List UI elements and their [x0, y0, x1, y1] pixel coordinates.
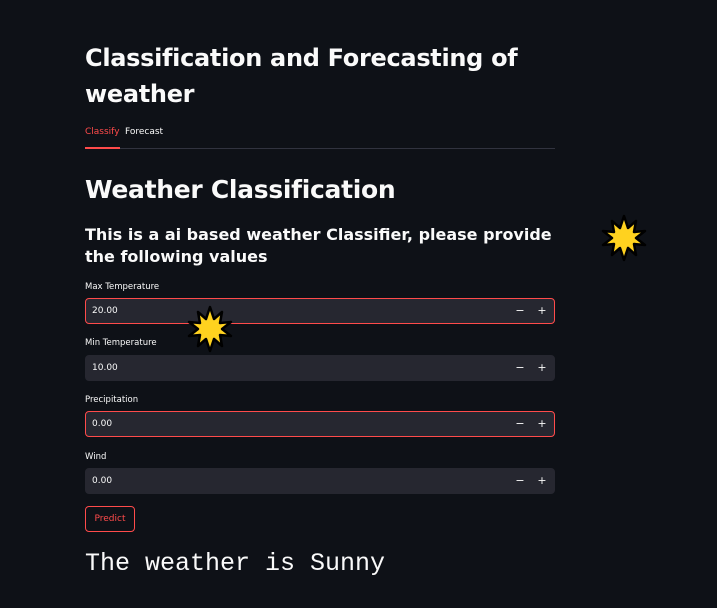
max-temperature-increment-button[interactable]: + [531, 300, 553, 322]
min-temperature-label: Min Temperature [85, 338, 157, 348]
max-temperature-decrement-button[interactable]: − [509, 300, 531, 322]
min-temperature-decrement-button[interactable]: − [509, 357, 531, 379]
predict-button[interactable]: Predict [85, 506, 135, 532]
app-page: Classification and Forecasting of weathe… [0, 0, 717, 608]
precipitation-decrement-button[interactable]: − [509, 413, 531, 435]
sun-icon [187, 305, 233, 353]
sun-icon [601, 214, 647, 262]
max-temperature-label: Max Temperature [85, 282, 160, 292]
min-temperature-increment-button[interactable]: + [531, 357, 553, 379]
section-heading: Weather Classification [85, 175, 396, 204]
page-title: Classification and Forecasting of weathe… [85, 44, 518, 108]
wind-decrement-button[interactable]: − [509, 470, 531, 492]
wind-input[interactable]: 0.00 − + [85, 468, 555, 494]
wind-label: Wind [85, 452, 107, 462]
wind-increment-button[interactable]: + [531, 470, 553, 492]
prediction-result: The weather is Sunny [85, 549, 386, 578]
min-temperature-input[interactable]: 10.00 − + [85, 355, 555, 381]
wind-value[interactable]: 0.00 [92, 475, 112, 487]
max-temperature-input[interactable]: 20.00 − + [85, 298, 555, 324]
tab-bar: Classify Forecast [85, 122, 555, 149]
tab-classify[interactable]: Classify [85, 126, 120, 149]
precipitation-label: Precipitation [85, 395, 139, 405]
max-temperature-value[interactable]: 20.00 [92, 305, 118, 317]
precipitation-value[interactable]: 0.00 [92, 418, 112, 430]
section-subheading: This is a ai based weather Classifier, p… [85, 225, 552, 266]
precipitation-input[interactable]: 0.00 − + [85, 411, 555, 437]
min-temperature-value[interactable]: 10.00 [92, 362, 118, 374]
precipitation-increment-button[interactable]: + [531, 413, 553, 435]
tab-forecast[interactable]: Forecast [125, 126, 163, 147]
